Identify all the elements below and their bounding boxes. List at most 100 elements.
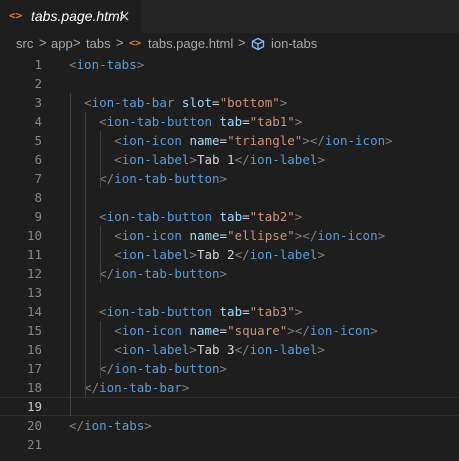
indent-guide [100, 226, 101, 283]
line-number: 16 [26, 342, 42, 357]
code-tag-name: ion-label [249, 342, 318, 357]
code-line[interactable]: 13 [0, 283, 459, 302]
code-punctuation: > [189, 342, 197, 357]
code-line[interactable]: 10 <ion-icon name="ellipse"></ion-icon> [0, 226, 459, 245]
code-tag-name: ion-icon [121, 133, 182, 148]
code-line[interactable]: 1 <ion-tabs> [0, 55, 459, 74]
breadcrumb-item-file[interactable]: tabs.page.html [148, 36, 233, 52]
code-punctuation: > [317, 152, 325, 167]
code-tag-name: ion-label [121, 247, 190, 262]
code-punctuation: > [189, 152, 197, 167]
code-punctuation: > [136, 57, 145, 72]
code-content: <ion-tabs> [69, 55, 144, 74]
code-tag-name: ion-icon [324, 133, 386, 148]
code-tag-name: ion-tab-button [106, 114, 212, 129]
code-punctuation: > [189, 247, 197, 262]
code-equals: = [219, 133, 228, 148]
code-content: <ion-icon name="ellipse"></ion-icon> [69, 226, 385, 245]
breadcrumb-item-src[interactable]: src [16, 36, 33, 52]
code-content: </ion-tab-button> [69, 264, 227, 283]
code-attribute: tab [219, 304, 243, 319]
code-punctuation: < [69, 57, 77, 72]
code-line[interactable]: 16 <ion-label>Tab 3</ion-label> [0, 340, 459, 359]
code-attribute: name [189, 133, 220, 148]
chevron-right-icon: > [73, 35, 81, 50]
code-string: "tab3" [249, 304, 295, 319]
code-punctuation: > [181, 380, 190, 395]
code-tag-name: ion-icon [309, 323, 371, 338]
code-content: </ion-tab-button> [69, 169, 227, 188]
code-content: <ion-label>Tab 1</ion-label> [69, 150, 325, 169]
code-punctuation: > [370, 323, 378, 338]
code-content: <ion-icon name="triangle"></ion-icon> [69, 131, 393, 150]
code-line[interactable]: 2 [0, 74, 459, 93]
close-icon[interactable]: × [118, 6, 131, 26]
line-number: 13 [26, 285, 42, 300]
code-line[interactable]: 18 </ion-tab-bar> [0, 378, 459, 397]
code-attribute: tab [219, 209, 243, 224]
code-punctuation: > [219, 266, 228, 281]
code-content: <ion-tab-button tab="tab3"> [69, 302, 302, 321]
line-number: 21 [26, 437, 42, 452]
breadcrumb-item-tabs[interactable]: tabs [86, 36, 111, 52]
code-punctuation: > [294, 209, 303, 224]
line-number: 3 [34, 95, 42, 110]
code-content: <ion-label>Tab 2</ion-label> [69, 245, 325, 264]
indent-guide [100, 131, 101, 188]
tab-label: tabs.page.html [31, 8, 123, 24]
cube-icon [251, 37, 265, 51]
line-number: 20 [26, 418, 42, 433]
code-line[interactable]: 3 <ion-tab-bar slot="bottom"> [0, 93, 459, 112]
editor-tab-bar: <> tabs.page.html × [0, 0, 459, 33]
code-line[interactable]: 20 </ion-tabs> [0, 416, 459, 435]
code-line[interactable]: 21 [0, 435, 459, 454]
code-line[interactable]: 8 [0, 188, 459, 207]
code-line[interactable]: 11 <ion-label>Tab 2</ion-label> [0, 245, 459, 264]
code-punctuation: </ [234, 247, 250, 262]
code-tag-name: ion-icon [121, 323, 182, 338]
code-editor[interactable]: 1 <ion-tabs> 2 3 <ion-tab-bar slot="bottom"… [0, 55, 459, 461]
line-number: 14 [26, 304, 42, 319]
tab-tabs-page-html[interactable]: <> tabs.page.html × [0, 0, 141, 33]
code-tag-name: ion-icon [317, 228, 378, 243]
code-punctuation: < [114, 247, 122, 262]
code-line[interactable]: 7 </ion-tab-button> [0, 169, 459, 188]
code-line[interactable]: 17 </ion-tab-button> [0, 359, 459, 378]
code-line[interactable]: 5 <ion-icon name="triangle"></ion-icon> [0, 131, 459, 150]
code-punctuation: > [294, 304, 303, 319]
code-line[interactable]: 6 <ion-label>Tab 1</ion-label> [0, 150, 459, 169]
code-tag-name: ion-label [249, 152, 318, 167]
line-number: 5 [34, 133, 42, 148]
code-tag-name: ion-icon [121, 228, 182, 243]
code-punctuation: < [114, 342, 122, 357]
breadcrumb: src > app > tabs > <> tabs.page.html > i… [0, 33, 459, 55]
code-line[interactable]: 12 </ion-tab-button> [0, 264, 459, 283]
indent-guide [70, 93, 71, 416]
code-punctuation: < [114, 133, 122, 148]
code-line[interactable]: 4 <ion-tab-button tab="tab1"> [0, 112, 459, 131]
code-line[interactable]: 9 <ion-tab-button tab="tab2"> [0, 207, 459, 226]
code-content: </ion-tabs> [69, 416, 152, 435]
code-attribute: name [189, 228, 220, 243]
code-line[interactable]: 19 [0, 397, 459, 416]
breadcrumb-item-app[interactable]: app [51, 36, 73, 52]
code-line[interactable]: 15 <ion-icon name="square"></ion-icon> [0, 321, 459, 340]
indent-guide [85, 112, 86, 397]
code-punctuation: </ [234, 152, 250, 167]
line-number: 15 [26, 323, 42, 338]
code-string: "tab2" [249, 209, 295, 224]
code-text: Tab 2 [196, 247, 235, 262]
line-number: 4 [34, 114, 42, 129]
code-equals: = [242, 114, 250, 129]
code-punctuation: < [114, 228, 122, 243]
line-number: 8 [34, 190, 42, 205]
code-punctuation: < [114, 152, 122, 167]
line-number: 9 [34, 209, 42, 224]
breadcrumb-item-symbol[interactable]: ion-tabs [271, 36, 317, 52]
code-content: <ion-tab-bar slot="bottom"> [69, 93, 287, 112]
code-line[interactable]: 14 <ion-tab-button tab="tab3"> [0, 302, 459, 321]
